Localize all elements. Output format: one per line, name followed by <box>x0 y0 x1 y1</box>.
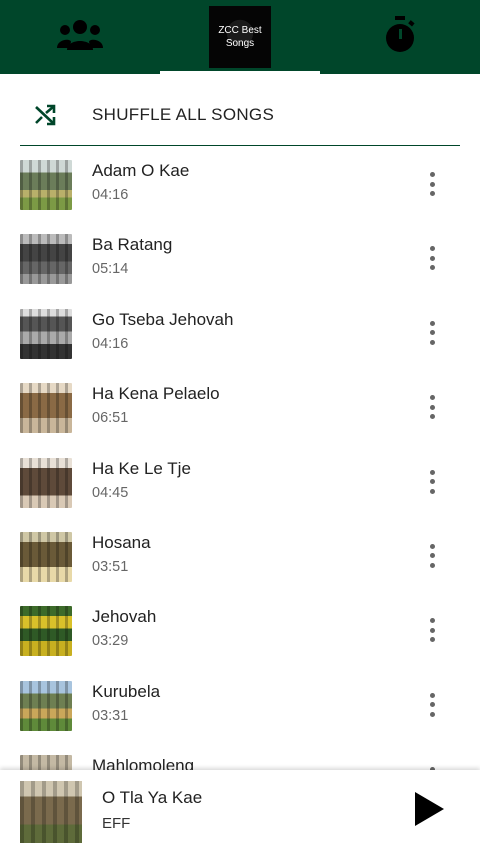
song-list: Adam O Kae 04:16 Ba Ratang 05:14 Go Tseb… <box>0 148 480 770</box>
song-thumbnail <box>20 755 72 770</box>
now-playing-artist: EFF <box>102 815 131 832</box>
song-item[interactable]: Ha Ke Le Tje 04:45 <box>0 446 480 520</box>
shuffle-label: SHUFFLE ALL SONGS <box>92 104 275 124</box>
song-thumbnail <box>20 383 72 434</box>
logo-line-1: ZCC Best <box>218 25 262 36</box>
song-thumbnail <box>20 606 72 657</box>
more-options-icon[interactable] <box>420 616 444 644</box>
song-title: Go Tseba Jehovah <box>92 309 234 329</box>
song-item[interactable]: Kurubela 03:31 <box>0 669 480 743</box>
song-thumbnail <box>20 308 72 359</box>
song-duration: 03:29 <box>92 633 129 650</box>
more-options-icon[interactable] <box>420 691 444 719</box>
song-title: Ha Kena Pelaelo <box>92 384 220 404</box>
song-thumbnail <box>20 234 72 285</box>
more-options-icon[interactable] <box>420 542 444 570</box>
song-item[interactable]: Adam O Kae 04:16 <box>0 148 480 222</box>
song-title: Adam O Kae <box>92 161 190 180</box>
song-item[interactable]: Jehovah 03:29 <box>0 594 480 668</box>
selected-tab-indicator <box>160 71 320 74</box>
top-tab-bar: ZCC Best Songs <box>0 0 480 74</box>
tab-sleep-timer[interactable] <box>320 0 480 74</box>
now-playing-title: O Tla Ya Kae <box>102 788 203 807</box>
more-options-icon[interactable] <box>420 244 444 272</box>
song-duration: 04:45 <box>92 484 129 501</box>
song-item[interactable]: Hosana 03:51 <box>0 520 480 594</box>
song-duration: 06:51 <box>92 410 129 427</box>
more-options-icon[interactable] <box>420 170 444 198</box>
more-options-icon[interactable] <box>420 319 444 347</box>
song-title: Hosana <box>92 532 151 552</box>
song-duration: 03:31 <box>92 707 129 724</box>
song-title: Ba Ratang <box>92 235 173 255</box>
song-item[interactable]: Ha Kena Pelaelo 06:51 <box>0 371 480 445</box>
song-item[interactable]: Mahlomoleng <box>0 743 480 770</box>
logo-line-2: Songs <box>225 38 255 49</box>
now-playing-thumbnail <box>20 781 82 843</box>
tab-playlist[interactable]: ZCC Best Songs <box>160 0 320 74</box>
more-options-icon[interactable] <box>420 393 444 421</box>
more-options-icon[interactable] <box>420 468 444 496</box>
shuffle-icon <box>20 103 70 127</box>
song-title: Kurubela <box>92 681 161 701</box>
song-item[interactable]: Ba Ratang 05:14 <box>0 222 480 296</box>
play-button[interactable] <box>408 790 450 832</box>
tab-artists[interactable] <box>0 0 160 74</box>
song-duration: 03:51 <box>92 558 129 575</box>
app-logo: ZCC Best Songs <box>209 6 271 68</box>
song-thumbnail <box>20 160 72 210</box>
song-duration: 04:16 <box>92 187 129 203</box>
song-thumbnail <box>20 457 72 508</box>
stopwatch-icon <box>384 15 416 59</box>
song-duration: 04:16 <box>92 335 129 352</box>
song-duration: 05:14 <box>92 261 129 278</box>
song-thumbnail <box>20 680 72 731</box>
song-item[interactable]: Go Tseba Jehovah 04:16 <box>0 297 480 371</box>
song-title: Mahlomoleng <box>92 756 195 770</box>
group-icon <box>57 18 103 57</box>
now-playing-bar[interactable]: O Tla Ya Kae EFF <box>0 770 480 854</box>
song-title: Jehovah <box>92 607 157 627</box>
play-icon <box>412 790 446 833</box>
song-title: Ha Ke Le Tje <box>92 458 191 478</box>
song-thumbnail <box>20 531 72 582</box>
shuffle-all-button[interactable]: SHUFFLE ALL SONGS <box>20 84 460 146</box>
